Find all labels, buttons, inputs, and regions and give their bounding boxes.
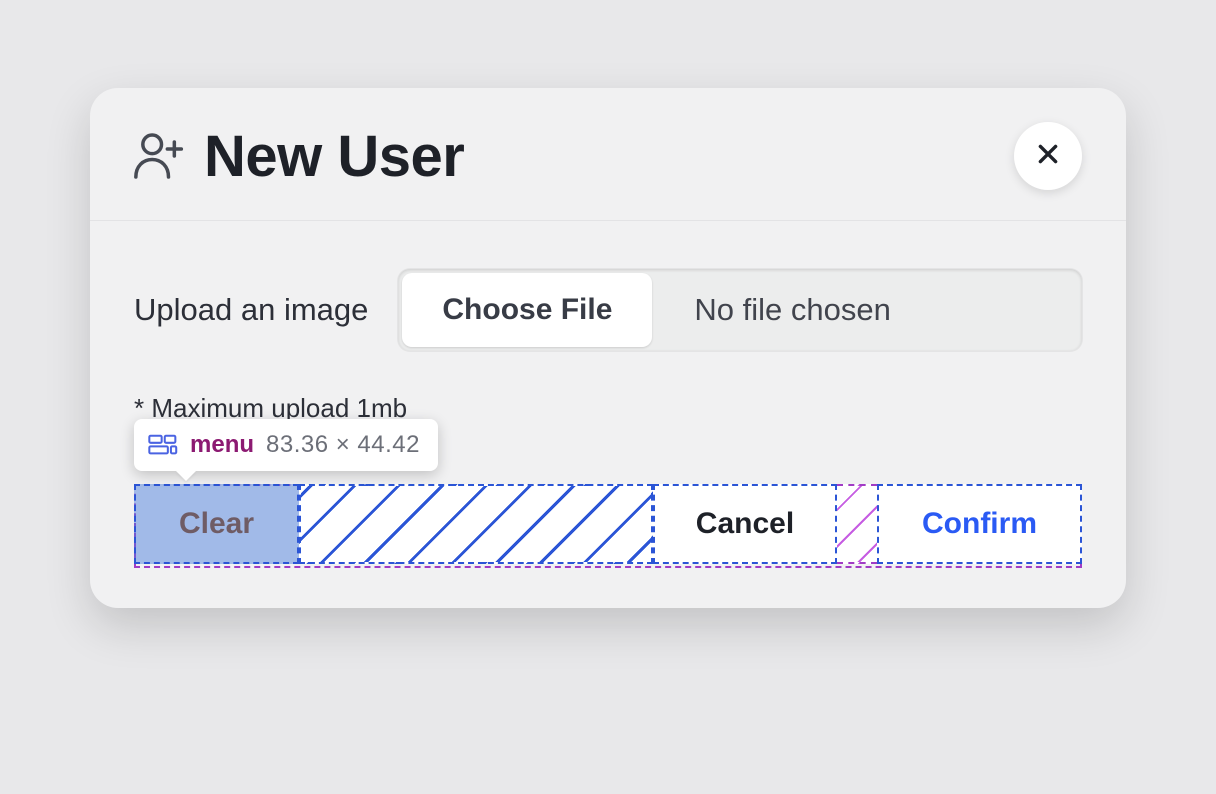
flex-spacer — [299, 484, 653, 564]
devtools-tooltip: menu 83.36 × 44.42 — [134, 419, 438, 471]
flex-gap — [837, 484, 877, 564]
file-chosen-text: No file chosen — [656, 269, 1082, 351]
close-icon — [1035, 137, 1061, 176]
clear-button-label: Clear — [179, 507, 254, 541]
confirm-button-label: Confirm — [922, 507, 1037, 541]
cancel-button-label: Cancel — [696, 507, 794, 541]
devtools-element-dimensions: 83.36 × 44.42 — [266, 431, 420, 459]
modal-body: Upload an image Choose File No file chos… — [90, 221, 1126, 452]
cancel-button[interactable]: Cancel — [653, 484, 837, 564]
confirm-button[interactable]: Confirm — [877, 484, 1082, 564]
actions-flex-container: Clear Cancel Confirm — [134, 484, 1082, 568]
choose-file-button[interactable]: Choose File — [402, 273, 652, 347]
file-picker: Choose File No file chosen — [398, 269, 1082, 351]
upload-row: Upload an image Choose File No file chos… — [134, 269, 1082, 351]
modal-title: New User — [204, 123, 1014, 190]
user-plus-icon — [130, 128, 186, 184]
modal-header: New User — [90, 88, 1126, 221]
new-user-modal: New User Upload an image Choose File No … — [90, 88, 1126, 608]
flexbox-badge-icon — [148, 434, 178, 456]
modal-footer: Clear Cancel Confirm — [90, 452, 1126, 608]
devtools-element-tag: menu — [190, 431, 254, 459]
close-button[interactable] — [1014, 122, 1082, 190]
clear-button[interactable]: Clear — [134, 484, 299, 564]
upload-label: Upload an image — [134, 292, 368, 328]
